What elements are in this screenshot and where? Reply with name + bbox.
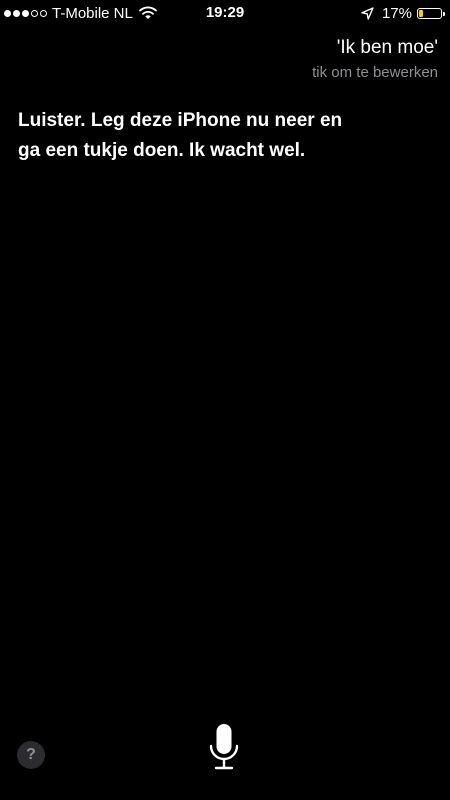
status-bar: T-Mobile NL 19:29 17% [0,0,450,26]
response-line: Luister. Leg deze iPhone nu neer en [18,110,343,131]
response-line: ga een tukje doen. Ik wacht wel. [18,140,306,161]
user-utterance[interactable]: 'Ik ben moe' tik om te bewerken [312,36,438,81]
microphone-icon[interactable] [206,722,242,772]
tap-to-edit-hint[interactable]: tik om te bewerken [312,64,438,81]
battery-tip [443,11,445,16]
utterance-text[interactable]: 'Ik ben moe' [312,36,438,60]
location-icon [361,6,374,20]
status-right: 17% [361,4,445,22]
battery-percentage: 17% [381,4,412,22]
siri-response: Luister. Leg deze iPhone nu neer en ga e… [18,106,388,166]
battery-icon [417,7,445,19]
battery-level-fill [419,9,423,17]
help-button[interactable]: ? [17,741,45,769]
